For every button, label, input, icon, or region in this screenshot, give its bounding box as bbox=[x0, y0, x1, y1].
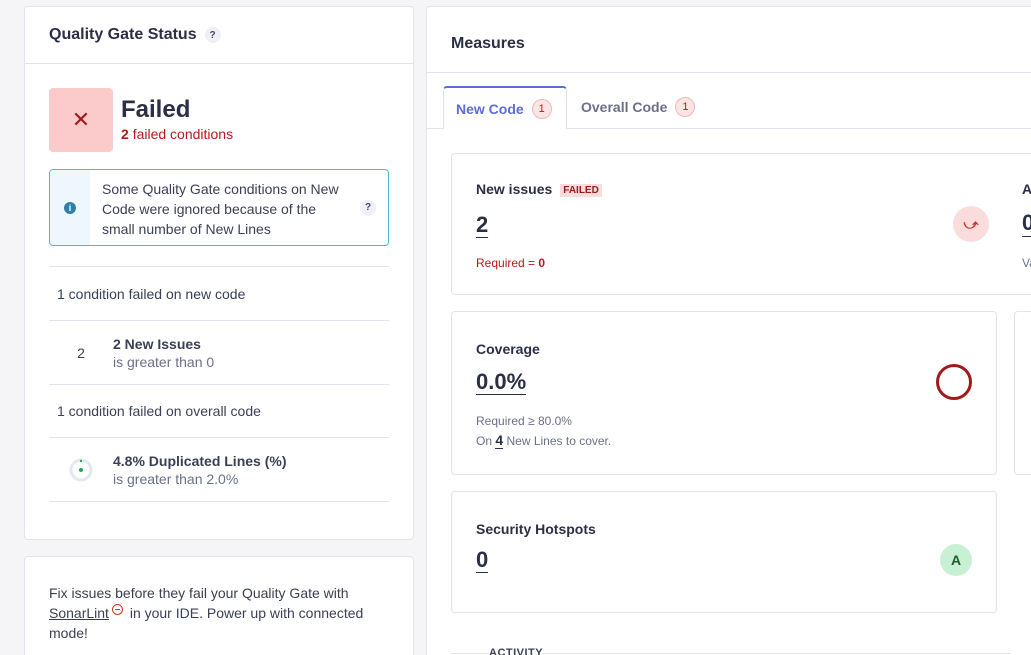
tab-count-badge: 1 bbox=[531, 98, 552, 119]
coverage-ring-icon bbox=[936, 364, 972, 400]
sonarlint-tip-card: Fix issues before they fail your Quality… bbox=[24, 556, 414, 655]
condition-subtitle: is greater than 2.0% bbox=[113, 470, 239, 487]
partial-card-sub: Va bbox=[1022, 256, 1031, 270]
activity-section: ACTIVITY bbox=[451, 645, 1011, 655]
duplications-card bbox=[1014, 311, 1031, 475]
status-label: Failed bbox=[121, 96, 191, 123]
lines-to-cover-link[interactable]: 4 bbox=[495, 432, 504, 449]
coverage-label: Coverage bbox=[476, 341, 540, 357]
failed-badge: FAILED bbox=[560, 184, 602, 197]
help-icon[interactable]: ? bbox=[360, 199, 376, 216]
condition-title: 2 New Issues bbox=[113, 335, 201, 352]
measures-panel: Measures New Code 1 Overall Code 1 New i… bbox=[426, 6, 1031, 655]
quality-gate-card: Quality Gate Status ? ✕ Failed 2 failed … bbox=[24, 6, 414, 540]
condition-value: 2 bbox=[77, 344, 85, 361]
new-issues-required: Required = 0 bbox=[476, 256, 546, 270]
partial-card-label: A bbox=[1022, 181, 1031, 197]
info-icon: i bbox=[64, 201, 76, 214]
condition-title: 4.8% Duplicated Lines (%) bbox=[113, 452, 287, 469]
security-hotspots-value[interactable]: 0 bbox=[476, 548, 489, 573]
condition-subtitle: is greater than 0 bbox=[113, 353, 215, 370]
security-rating-badge: A bbox=[940, 544, 972, 576]
overall-code-heading: 1 condition failed on overall code bbox=[57, 402, 261, 419]
trend-up-icon: ⤻ bbox=[953, 206, 989, 242]
tab-count-badge: 1 bbox=[675, 97, 696, 117]
tab-overall-code[interactable]: Overall Code 1 bbox=[569, 85, 707, 129]
project-overview: Quality Gate Status ? ✕ Failed 2 failed … bbox=[0, 0, 1031, 655]
duplication-icon bbox=[49, 458, 113, 482]
partial-card-value: 0 bbox=[1022, 210, 1031, 237]
failed-x-icon: ✕ bbox=[49, 88, 113, 152]
activity-label: ACTIVITY bbox=[489, 647, 544, 655]
overall-code-conditions: 1 condition failed on overall code 4.8% … bbox=[49, 384, 389, 502]
condition-new-issues[interactable]: 2 2 New Issues is greater than 0 bbox=[49, 320, 389, 385]
measures-title: Measures bbox=[451, 35, 525, 52]
failed-conditions-summary: 2 failed conditions bbox=[121, 126, 233, 142]
failed-count: 2 bbox=[121, 126, 129, 142]
coverage-lines: On 4 New Lines to cover. bbox=[476, 432, 612, 449]
coverage-required: Required ≥ 80.0% bbox=[476, 414, 572, 428]
new-code-heading: 1 condition failed on new code bbox=[57, 285, 246, 302]
new-issues-label: New issues FAILED bbox=[476, 181, 602, 197]
tab-new-code[interactable]: New Code 1 bbox=[443, 86, 567, 130]
security-hotspots-card: Security Hotspots 0 A bbox=[451, 491, 997, 613]
coverage-value[interactable]: 0.0% bbox=[476, 370, 527, 395]
quality-gate-header: Quality Gate Status ? bbox=[25, 7, 413, 64]
external-link-icon bbox=[111, 604, 123, 615]
coverage-card: Coverage 0.0% Required ≥ 80.0% On 4 New … bbox=[451, 311, 997, 475]
tab-label: New Code bbox=[456, 100, 524, 117]
tip-text-before: Fix issues before they fail your Quality… bbox=[49, 585, 349, 601]
info-message: Some Quality Gate conditions on New Code… bbox=[102, 181, 339, 237]
tab-label: Overall Code bbox=[581, 99, 668, 115]
quality-gate-title: Quality Gate Status bbox=[49, 26, 197, 43]
failed-text: failed conditions bbox=[132, 126, 234, 142]
security-hotspots-label: Security Hotspots bbox=[476, 521, 596, 537]
quality-gate-status: ✕ Failed 2 failed conditions bbox=[49, 88, 233, 152]
measures-tabs: New Code 1 Overall Code 1 bbox=[427, 72, 1031, 130]
info-message-box: i Some Quality Gate conditions on New Co… bbox=[49, 169, 389, 246]
help-icon[interactable]: ? bbox=[204, 27, 221, 43]
new-issues-card: New issuesFAILED 2 Required = 0 ⤻ A 0 Va bbox=[451, 153, 1031, 295]
condition-duplication[interactable]: 4.8% Duplicated Lines (%) is greater tha… bbox=[49, 437, 389, 502]
new-issues-value[interactable]: 2 bbox=[476, 213, 489, 238]
sonarlint-link[interactable]: SonarLint bbox=[49, 605, 109, 621]
new-code-conditions: 1 condition failed on new code 2 2 New I… bbox=[49, 266, 389, 385]
